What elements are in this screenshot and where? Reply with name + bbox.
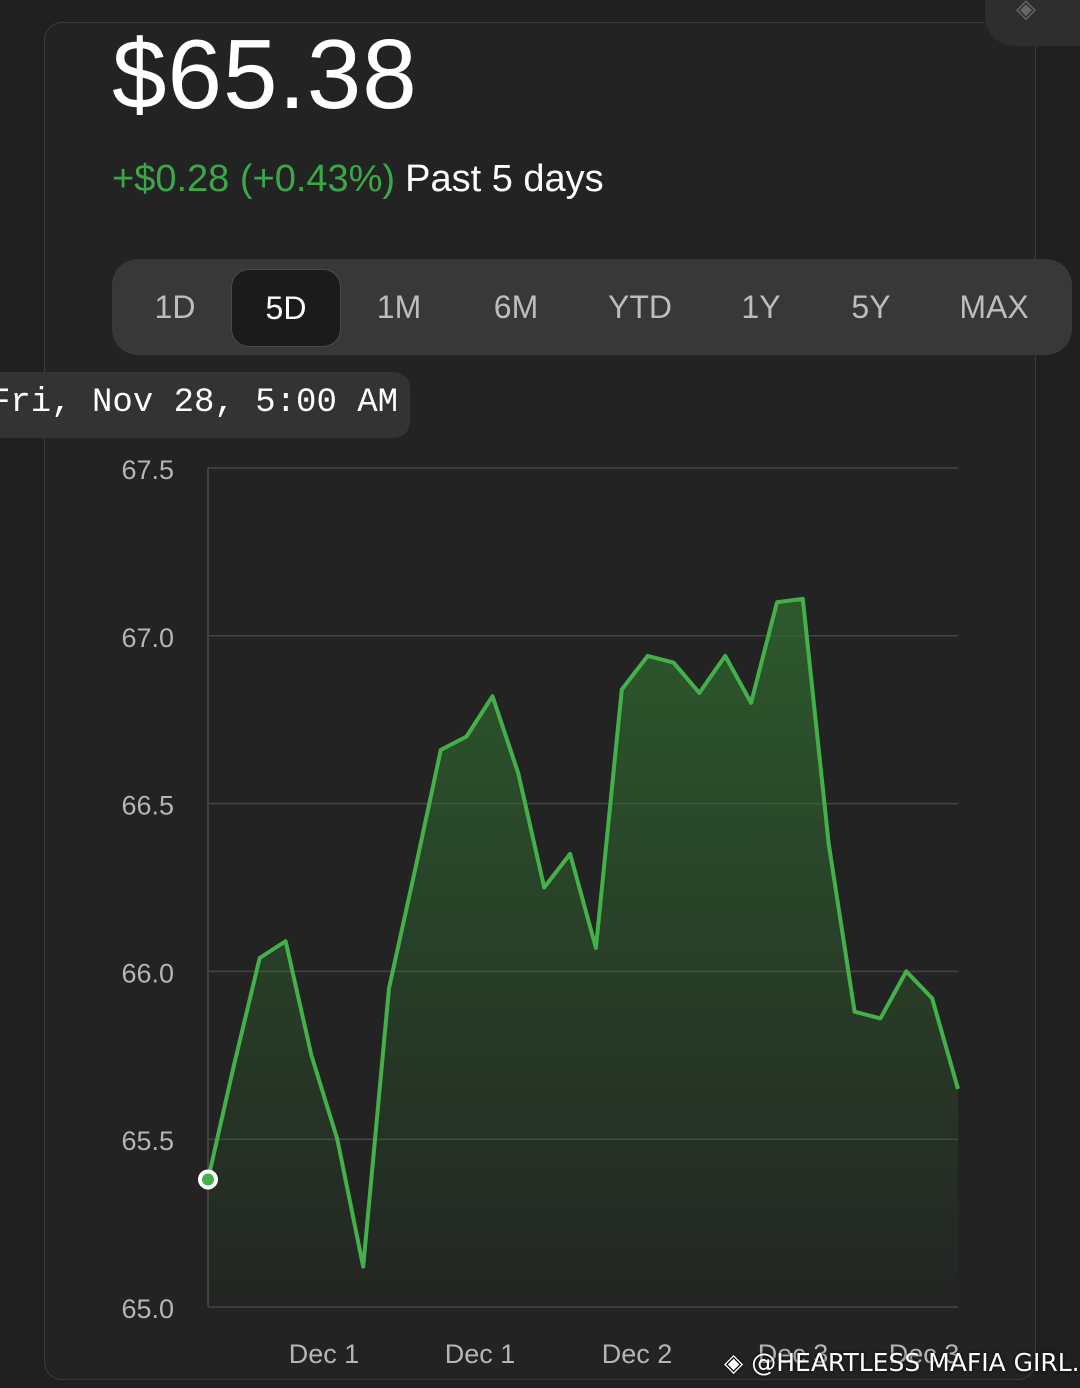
data-point [542, 886, 546, 890]
x-tick-label: Dec 2 [602, 1339, 673, 1369]
range-tab-ytd[interactable]: YTD [582, 269, 698, 345]
data-point [568, 852, 572, 856]
data-point [335, 1137, 339, 1141]
data-point [697, 691, 701, 695]
data-point [749, 701, 753, 705]
change-period-label: Past 5 days [405, 158, 604, 200]
y-tick-label: 67.5 [121, 455, 174, 485]
tooltip-datetime: Fri, Nov 28, 5:00 AM [0, 384, 399, 422]
data-point [387, 986, 391, 990]
binance-logo-icon: ◈ [1016, 0, 1036, 24]
data-point [594, 946, 598, 950]
range-tab-5d[interactable]: 5D [231, 269, 341, 347]
price-change-value: +$0.28 (+0.43%) [112, 158, 396, 200]
data-point [672, 661, 676, 665]
data-point [413, 869, 417, 873]
data-point [439, 748, 443, 752]
chart-tooltip: Fri, Nov 28, 5:00 AM [0, 372, 410, 438]
time-range-selector: 1D 5D 1M 6M YTD 1Y 5Y MAX [112, 259, 1072, 355]
data-point [284, 939, 288, 943]
y-tick-label: 66.5 [121, 791, 174, 821]
watermark-text: @HEARTLESS MAFIA GIRL... [751, 1348, 1080, 1377]
x-tick-label: Dec 1 [445, 1339, 516, 1369]
data-point [853, 1010, 857, 1014]
data-point [827, 842, 831, 846]
data-point [258, 956, 262, 960]
y-tick-label: 66.0 [121, 958, 174, 988]
data-point [646, 654, 650, 658]
data-point [232, 1063, 236, 1067]
range-tab-5y[interactable]: 5Y [822, 269, 920, 345]
data-point [801, 597, 805, 601]
data-point [878, 1016, 882, 1020]
y-tick-label: 65.5 [121, 1126, 174, 1156]
data-point [465, 734, 469, 738]
selected-point-dot [202, 1173, 214, 1186]
current-price: $65.38 [112, 19, 418, 129]
data-point [309, 1053, 313, 1057]
data-point [723, 654, 727, 658]
data-point [516, 771, 520, 775]
binance-logo-icon: ◈ [724, 1348, 744, 1377]
range-tab-1m[interactable]: 1M [349, 269, 449, 345]
price-chart[interactable]: 67.5 67.0 66.5 66.0 65.5 65.0 Dec 1 Dec 1 Dec 2… [0, 440, 1080, 1388]
data-point [620, 687, 624, 691]
data-point [956, 1087, 960, 1091]
data-point [930, 996, 934, 1000]
y-tick-label: 67.0 [121, 623, 174, 653]
x-tick-label: Dec 1 [289, 1339, 360, 1369]
range-tab-6m[interactable]: 6M [466, 269, 566, 345]
y-tick-label: 65.0 [121, 1294, 174, 1324]
range-tab-1y[interactable]: 1Y [712, 269, 810, 345]
watermark: ◈ @HEARTLESS MAFIA GIRL... [724, 1348, 1080, 1377]
price-change: +$0.28 (+0.43%) Past 5 days [112, 158, 604, 201]
data-point [361, 1265, 365, 1269]
data-point [775, 600, 779, 604]
data-point [490, 694, 494, 698]
range-tab-max[interactable]: MAX [936, 269, 1052, 345]
data-point [904, 969, 908, 973]
range-tab-1d[interactable]: 1D [129, 269, 221, 345]
